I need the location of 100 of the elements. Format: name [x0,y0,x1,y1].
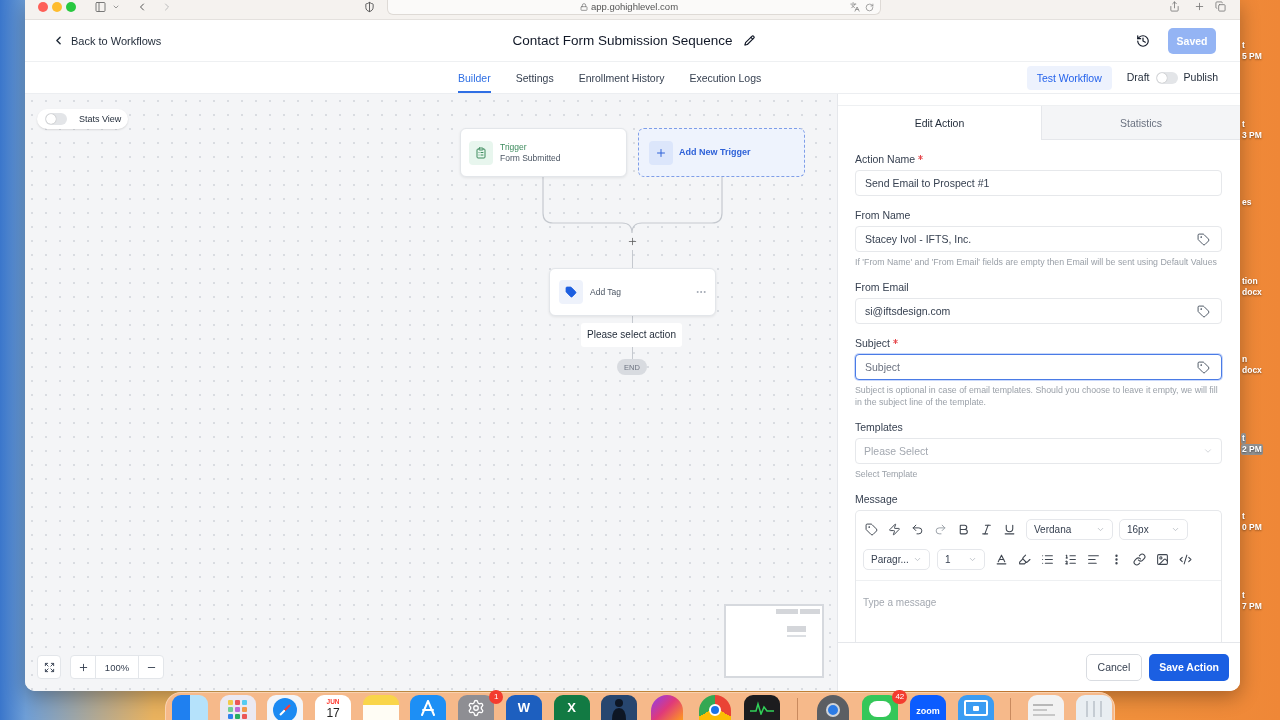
calendar-day: 17 [326,705,340,720]
shield-icon[interactable] [364,1,375,13]
tag-icon[interactable] [1197,360,1210,374]
tab[interactable]: Execution Logs [689,62,762,93]
text-field[interactable]: Stacey Ivol - IFTS, Inc. [855,226,1222,252]
text-field[interactable]: Subject [855,354,1222,380]
back-link[interactable]: Back to Workflows [52,33,162,48]
button-label: Saved [1176,34,1208,47]
text-input[interactable]: Send Email to Prospect #1 [865,175,1210,191]
select-value: 1 [945,553,951,566]
minimap-nodes [776,609,820,637]
redo-icon[interactable] [934,523,947,536]
action-node[interactable]: Add Tag [549,268,716,316]
silhouette-app-icon[interactable] [601,695,638,720]
font-color-icon[interactable] [995,553,1008,566]
app-wordmark: zoom [916,706,940,718]
help-text: If 'From Name' and 'From Email' fields are empty then Email will be sent using Default Values [855,256,1218,268]
gradient-circle-app-icon[interactable] [650,695,683,720]
field-label: Message [855,493,898,505]
bullet-list-icon[interactable] [1041,553,1054,566]
compass-app-icon[interactable] [267,695,304,720]
text-input[interactable]: Subject [865,359,1197,375]
chevron-down-icon [1096,525,1105,534]
image-icon[interactable] [1156,553,1169,566]
tag-icon[interactable] [865,523,878,536]
save-button[interactable]: Save Action [1149,653,1229,681]
dropdown-select[interactable]: 1 [937,549,985,570]
desktop-file-label: docx [1241,365,1263,376]
required-asterisk-icon [918,155,924,160]
lens-app-icon[interactable] [816,695,849,720]
plus-icon[interactable] [627,236,638,247]
code-icon[interactable] [1179,553,1192,566]
history-icon[interactable] [1136,33,1150,48]
undo-icon[interactable] [911,523,924,536]
field-label: Subject [855,337,899,349]
button-label: Save Action [1159,661,1219,673]
lock-icon [579,3,588,11]
lock-screen-app-icon[interactable] [957,695,994,720]
two-tone-app-icon[interactable] [172,695,208,720]
cancel-button[interactable]: Cancel [1085,653,1143,681]
help-text: Subject is optional in case of email templates. Should you choose to leave it empty, we will fill in the subject line of the template. [855,384,1219,408]
zoom-level: 100% [104,661,130,673]
chevron-down-icon [913,555,922,564]
numbered-list-icon[interactable] [1064,553,1077,566]
expand-icon [43,661,55,673]
plus-icon [649,140,673,165]
help-text: Select Template [855,468,919,480]
letter-app-icon[interactable]: X [553,695,590,720]
add-trigger-button[interactable]: Add New Trigger [638,128,805,177]
panel-tab[interactable]: Statistics [1041,106,1240,140]
test-workflow-button[interactable]: Test Workflow [1026,65,1112,90]
bold-icon[interactable] [957,523,970,536]
chevron-down-icon[interactable] [112,3,120,11]
desktop-file-label: 3 PM [1241,129,1263,141]
sidebar-icon[interactable] [94,1,107,13]
stats-view-toggle[interactable] [45,113,67,125]
tag-icon[interactable] [1197,304,1210,318]
share-icon[interactable] [1169,1,1180,12]
desktop-file-label: 7 PM [1241,600,1263,612]
link-icon[interactable] [1133,553,1146,566]
badge-count: 1 [493,692,499,702]
crossed-lines-app-icon[interactable] [410,695,447,720]
clipboard-icon [469,140,493,165]
dropdown-select[interactable]: Verdana [1026,519,1113,540]
highlighter-icon[interactable] [1018,553,1031,566]
tab[interactable]: Settings [515,62,554,93]
tab[interactable]: Enrollment History [578,62,665,93]
chevron-down-icon [1171,525,1180,534]
translate-icon[interactable] [850,2,860,12]
italic-icon[interactable] [980,523,993,536]
zoom-in-icon[interactable] [77,661,89,673]
text-input[interactable]: Stacey Ivol - IFTS, Inc. [865,231,1197,247]
close-window-button[interactable] [38,2,48,12]
gear-app-icon[interactable] [458,695,495,720]
lightning-icon[interactable] [888,523,901,536]
node-type-label: Trigger [500,141,528,153]
publish-toggle[interactable] [1155,71,1178,84]
new-tab-icon[interactable] [1194,1,1205,12]
letter-app-icon[interactable]: W [505,695,542,720]
fit-view-button[interactable] [37,655,61,679]
chart-app-icon[interactable] [744,695,781,720]
align-left-icon[interactable] [1087,553,1100,566]
node-title: Add Tag [590,286,622,298]
text-input[interactable]: si@iftsdesign.com [865,303,1197,319]
text-field[interactable]: Send Email to Prospect #1 [855,170,1222,196]
desktop-file-label: t [1241,511,1246,522]
app-grid-icon[interactable] [219,695,256,720]
underline-icon[interactable] [1003,523,1016,536]
required-asterisk-icon [893,339,899,344]
dropdown-select[interactable]: 16px [1119,519,1188,540]
text-field[interactable]: si@iftsdesign.com [855,298,1222,324]
wordmark-app-icon[interactable]: zoom [910,695,946,720]
tricolor-circle-app-icon[interactable] [698,695,731,720]
tabs-overview-icon[interactable] [1215,1,1226,12]
reload-icon[interactable] [865,2,874,12]
pencil-icon[interactable] [744,35,756,46]
address-bar[interactable]: app.gohighlevel.com [387,0,881,15]
tag-icon[interactable] [1197,232,1210,246]
trigger-node[interactable]: Trigger Form Submitted [460,128,627,177]
dropdown-select[interactable]: Paragr... [863,549,930,570]
